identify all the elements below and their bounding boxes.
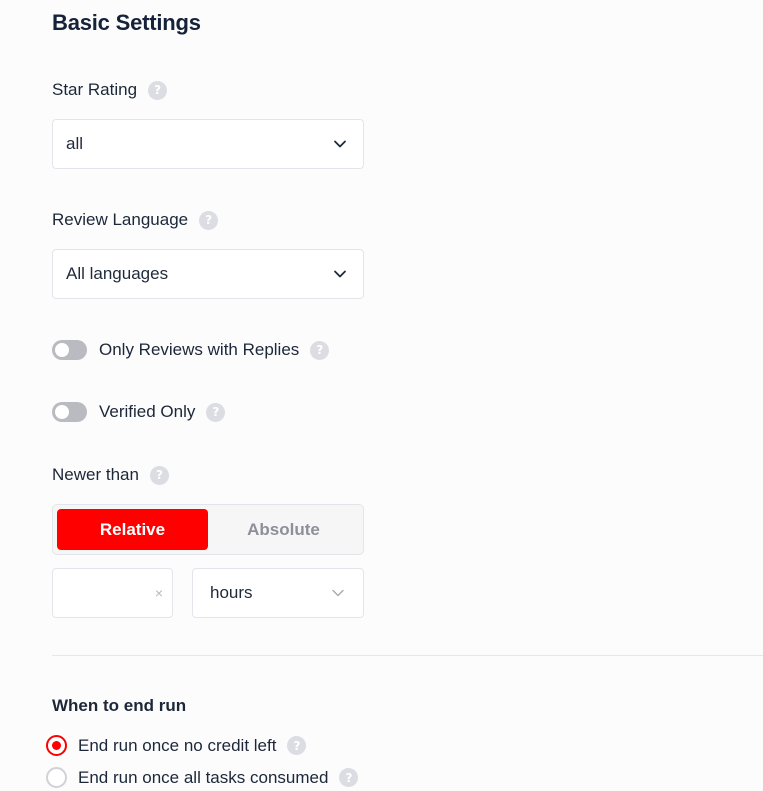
star-rating-label: Star Rating ?: [52, 80, 168, 100]
chevron-down-icon: [333, 137, 347, 151]
absolute-button[interactable]: Absolute: [208, 509, 359, 550]
chevron-down-icon: [331, 586, 345, 600]
newer-than-label: Newer than ?: [52, 465, 169, 485]
amount-input[interactable]: [61, 577, 146, 609]
end-run-option[interactable]: End run once all tasks consumed ?: [46, 767, 359, 788]
date-mode-switch: Relative Absolute: [52, 504, 364, 555]
help-icon[interactable]: ?: [310, 340, 330, 360]
time-unit-value: hours: [210, 583, 253, 602]
only-replies-row: Only Reviews with Replies ?: [52, 340, 330, 360]
review-language-label-text: Review Language: [52, 210, 189, 229]
review-language-select[interactable]: All languages: [52, 249, 364, 299]
clear-icon[interactable]: ×: [155, 585, 163, 601]
verified-only-row: Verified Only ?: [52, 402, 226, 422]
help-icon[interactable]: ?: [339, 768, 359, 787]
end-run-title: When to end run: [52, 696, 187, 715]
only-replies-toggle[interactable]: [52, 340, 87, 360]
relative-button[interactable]: Relative: [57, 509, 208, 550]
star-rating-select[interactable]: all: [52, 119, 364, 169]
verified-only-toggle[interactable]: [52, 402, 87, 422]
divider: [52, 655, 763, 656]
only-replies-label: Only Reviews with Replies: [99, 340, 300, 359]
radio-button[interactable]: [46, 767, 67, 788]
help-icon[interactable]: ?: [206, 402, 226, 422]
review-language-value: All languages: [66, 264, 169, 283]
newer-than-label-text: Newer than: [52, 465, 139, 484]
help-icon[interactable]: ?: [149, 465, 169, 485]
star-rating-label-text: Star Rating: [52, 80, 138, 99]
help-icon[interactable]: ?: [148, 80, 168, 100]
radio-dot: [52, 741, 61, 750]
amount-field: ×: [52, 568, 173, 618]
review-language-label: Review Language ?: [52, 210, 219, 230]
help-icon[interactable]: ?: [199, 210, 219, 230]
verified-only-label: Verified Only: [99, 402, 196, 421]
chevron-down-icon: [333, 267, 347, 281]
toggle-knob: [55, 343, 69, 357]
toggle-knob: [55, 405, 69, 419]
section-title: Basic Settings: [52, 10, 201, 35]
end-run-option-label: End run once all tasks consumed: [78, 767, 329, 787]
radio-button-checked[interactable]: [46, 735, 67, 756]
time-unit-select[interactable]: hours: [192, 568, 364, 618]
end-run-option[interactable]: End run once no credit left ?: [46, 735, 307, 756]
help-icon[interactable]: ?: [287, 736, 307, 755]
star-rating-value: all: [66, 134, 84, 153]
basic-settings-panel: Basic Settings Star Rating ? all Review …: [0, 0, 763, 791]
end-run-option-label: End run once no credit left: [78, 735, 277, 755]
